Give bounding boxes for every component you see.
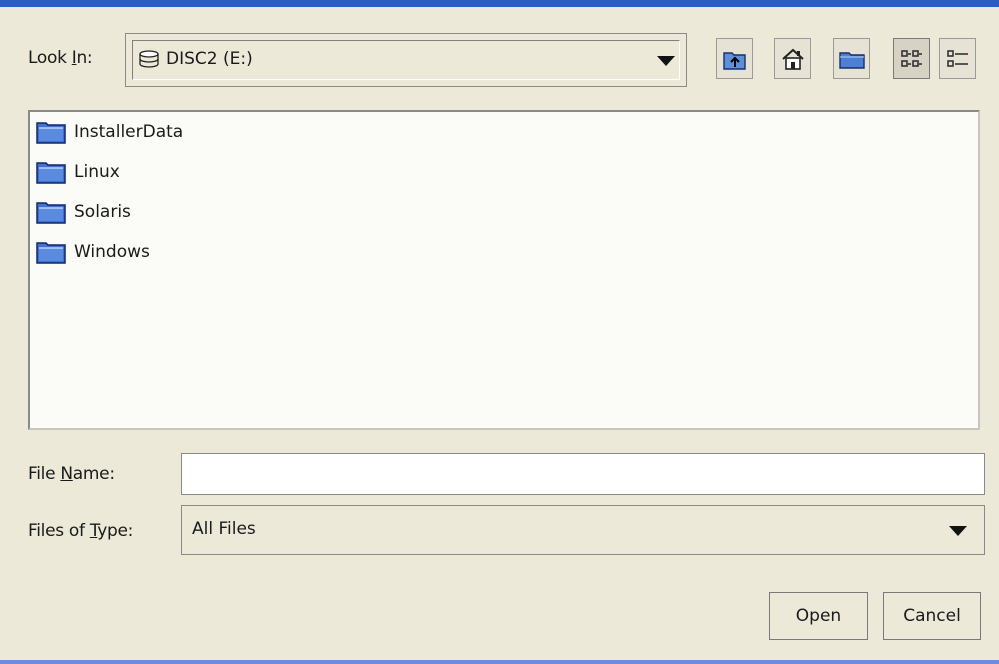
list-view-button[interactable] — [893, 38, 930, 79]
list-item[interactable]: Solaris — [36, 197, 131, 227]
look-in-value: DISC2 (E:) — [138, 49, 253, 69]
details-view-button[interactable] — [939, 38, 976, 79]
open-button[interactable]: Open — [769, 592, 868, 640]
look-in-combo[interactable]: DISC2 (E:) — [125, 33, 687, 87]
list-item[interactable]: InstallerData — [36, 117, 183, 147]
list-item-label: Windows — [74, 242, 150, 262]
list-item[interactable]: Linux — [36, 157, 120, 187]
file-name-field[interactable] — [181, 453, 985, 495]
list-item[interactable]: Windows — [36, 237, 150, 267]
folder-icon — [36, 242, 66, 264]
drive-icon — [139, 50, 159, 68]
folder-icon — [36, 162, 66, 184]
chevron-down-icon[interactable] — [949, 526, 967, 536]
folder-icon — [36, 202, 66, 224]
look-in-value-text: DISC2 (E:) — [166, 49, 253, 69]
details-view-icon — [946, 49, 968, 67]
list-item-label: Linux — [74, 162, 120, 182]
file-name-label: File Name: — [28, 464, 115, 484]
up-folder-icon — [722, 51, 746, 70]
up-one-level-button[interactable] — [716, 38, 753, 79]
window-bottom-border — [0, 660, 999, 664]
cancel-button[interactable]: Cancel — [883, 592, 981, 640]
look-in-label: Look In: — [28, 48, 93, 68]
file-type-value: All Files — [192, 519, 256, 539]
file-type-label: Files of Type: — [28, 521, 134, 541]
home-icon — [781, 48, 804, 70]
list-view-icon — [900, 49, 922, 67]
list-item-label: InstallerData — [74, 122, 184, 142]
list-item-label: Solaris — [74, 202, 131, 222]
folder-icon — [36, 122, 66, 144]
file-list[interactable]: InstallerData Linux Solaris Windows — [28, 110, 980, 430]
chevron-down-icon[interactable] — [657, 56, 675, 66]
file-type-combo[interactable]: All Files — [181, 505, 985, 555]
window-top-border — [0, 0, 999, 7]
new-folder-button[interactable] — [833, 38, 870, 79]
home-button[interactable] — [774, 38, 811, 79]
new-folder-icon — [838, 51, 865, 69]
